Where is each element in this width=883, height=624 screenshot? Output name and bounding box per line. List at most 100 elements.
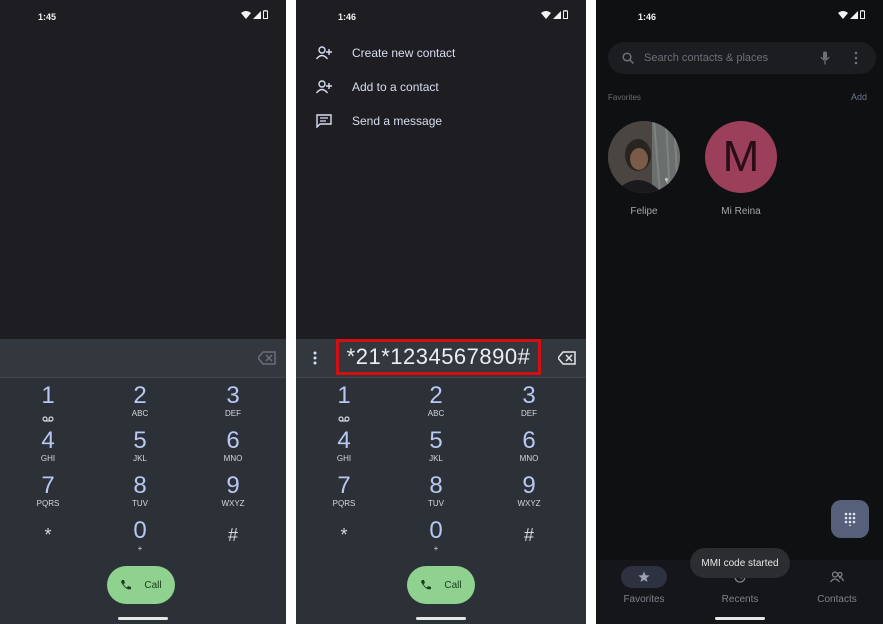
dial-key-digit: 8	[429, 472, 443, 499]
dial-key-digit: 1	[337, 382, 351, 409]
dial-key[interactable]: 8 TUV	[401, 473, 471, 515]
dial-key[interactable]: 3 DEF	[198, 383, 268, 425]
favorites-header: Favorites	[608, 93, 641, 102]
dialer-screen-empty: 1:45 1 2 ABC 3 DEF 4 GHI 5 JKL 6 MNO 7 PQRS 8 TUV 9 WXYZ…	[0, 0, 286, 624]
dial-key-digit: 0	[133, 517, 147, 544]
battery-icon	[563, 10, 568, 19]
dial-key[interactable]: 5 JKL	[105, 428, 175, 470]
home-indicator	[714, 617, 765, 620]
dial-key-letters: GHI	[40, 454, 56, 463]
search-bar[interactable]: Search contacts & places	[608, 42, 876, 74]
dialed-number-field[interactable]: *21*1234567890#	[336, 339, 541, 375]
nav-contacts[interactable]: Contacts	[797, 566, 877, 605]
dial-key-digit: 9	[522, 472, 536, 499]
dialpad-icon	[844, 512, 856, 526]
dial-key[interactable]: 0 +	[105, 518, 175, 560]
create-new-contact-item[interactable]: Create new contact	[316, 42, 455, 64]
dial-key-letters: GHI	[336, 454, 352, 463]
call-indicator-icon	[664, 177, 674, 186]
microphone-icon[interactable]	[820, 51, 830, 65]
phone-icon	[421, 580, 432, 590]
status-time: 1:46	[338, 12, 357, 22]
dialpad: 1 2 ABC 3 DEF 4 GHI 5 JKL 6 MNO 7 PQRS 8 TUV 9 WXYZ * 0 + # …	[0, 339, 286, 624]
add-to-contact-item[interactable]: Add to a contact	[316, 76, 439, 98]
dial-key[interactable]: 1	[13, 383, 83, 425]
people-icon	[830, 571, 844, 583]
dial-key-digit: 4	[337, 427, 351, 454]
dial-key[interactable]: 4 GHI	[309, 428, 379, 470]
dial-key[interactable]: 6 MNO	[198, 428, 268, 470]
dial-key-letters: PQRS	[332, 499, 356, 508]
avatar-initial: M	[722, 132, 760, 181]
dialer-screen-mmi: 1:46 Create new contact Add to a contact…	[296, 0, 586, 624]
dial-key-letters: DEF	[225, 409, 241, 418]
backspace-icon[interactable]	[558, 351, 576, 365]
search-placeholder: Search contacts & places	[644, 52, 769, 64]
dial-key-digit: 8	[133, 472, 147, 499]
battery-icon	[860, 10, 865, 19]
dial-key-digit: 6	[226, 427, 240, 454]
dial-key[interactable]: 7 PQRS	[13, 473, 83, 515]
favorite-contact-felipe[interactable]: Felipe	[607, 121, 681, 217]
dial-key-digit: #	[523, 525, 534, 545]
phone-favorites-screen: 1:46 Search contacts & places Favorites …	[596, 0, 883, 624]
dial-key[interactable]: #	[494, 518, 564, 560]
status-bar: 1:46	[596, 0, 883, 34]
add-favorite-link[interactable]: Add	[851, 92, 867, 102]
dial-key[interactable]: 7 PQRS	[309, 473, 379, 515]
nav-favorites[interactable]: Favorites	[604, 566, 684, 605]
dial-key-digit: 4	[41, 427, 55, 454]
dial-key-digit: 5	[429, 427, 443, 454]
avatar: M	[705, 121, 777, 193]
dial-key-digit: *	[340, 525, 348, 545]
more-options-icon[interactable]	[310, 350, 320, 366]
call-button[interactable]: Call	[407, 566, 475, 604]
dial-key-digit: 7	[337, 472, 351, 499]
favorite-contact-mi-reina[interactable]: M Mi Reina	[704, 121, 778, 217]
contact-name: Mi Reina	[721, 206, 761, 217]
dial-key[interactable]: 9 WXYZ	[494, 473, 564, 515]
dial-key-digit: 6	[522, 427, 536, 454]
more-options-icon[interactable]	[853, 51, 859, 65]
dial-key[interactable]: 2 ABC	[401, 383, 471, 425]
dial-key[interactable]: 5 JKL	[401, 428, 471, 470]
dial-key-letters: +	[433, 544, 439, 553]
call-button[interactable]: Call	[107, 566, 175, 604]
phone-icon	[121, 580, 132, 590]
dial-key[interactable]: 6 MNO	[494, 428, 564, 470]
battery-icon	[263, 10, 268, 19]
home-indicator	[416, 617, 466, 620]
status-icons	[541, 10, 568, 19]
dial-key[interactable]: #	[198, 518, 268, 560]
nav-label: Favorites	[623, 594, 665, 605]
backspace-icon[interactable]	[258, 351, 276, 365]
wifi-icon	[241, 10, 251, 19]
dial-key[interactable]: 2 ABC	[105, 383, 175, 425]
avatar	[608, 121, 680, 193]
dial-key[interactable]: 1	[309, 383, 379, 425]
send-message-item[interactable]: Send a message	[316, 110, 442, 132]
dial-key[interactable]: 3 DEF	[494, 383, 564, 425]
menu-label: Send a message	[352, 114, 443, 128]
dial-key-digit: 7	[41, 472, 55, 499]
dialpad-fab[interactable]	[831, 500, 869, 538]
dialpad: *21*1234567890# 1 2 ABC 3 DEF 4 GHI 5 JKL 6 MNO 7 PQ…	[296, 339, 586, 624]
dial-key[interactable]: 4 GHI	[13, 428, 83, 470]
dial-key-digit: 3	[522, 382, 536, 409]
dial-key[interactable]: 0 +	[401, 518, 471, 560]
dial-key-letters: ABC	[131, 409, 149, 418]
signal-icon	[253, 10, 261, 19]
dial-key[interactable]: 8 TUV	[105, 473, 175, 515]
status-bar: 1:45	[0, 0, 286, 34]
digits-field[interactable]	[0, 339, 286, 378]
dial-key-letters: MNO	[519, 454, 539, 463]
call-label: Call	[444, 579, 462, 591]
dial-key-letters: JKL	[133, 454, 147, 463]
dial-key-digit: 5	[133, 427, 147, 454]
dial-key[interactable]: *	[13, 518, 83, 560]
call-label: Call	[144, 579, 162, 591]
dial-key[interactable]: *	[309, 518, 379, 560]
signal-icon	[553, 10, 561, 19]
dial-key[interactable]: 9 WXYZ	[198, 473, 268, 515]
person-add-icon	[316, 80, 332, 94]
